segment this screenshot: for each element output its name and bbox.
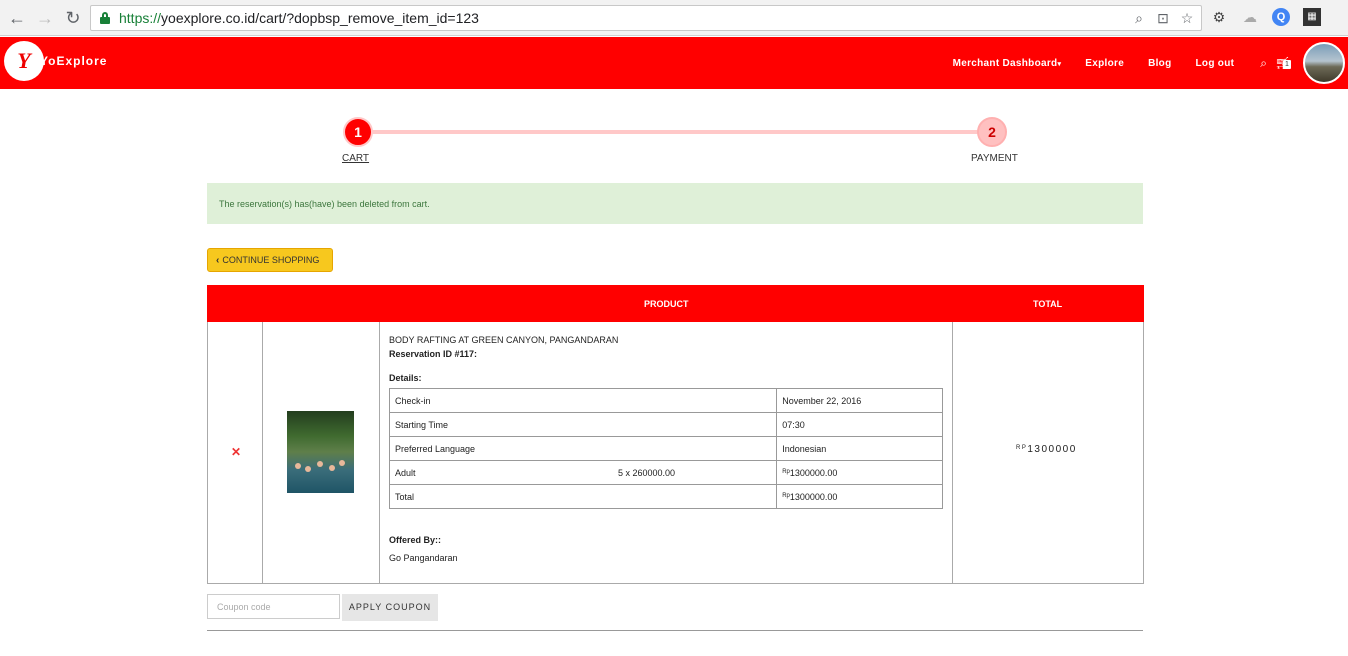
detail-row-language: Preferred Language Indonesian <box>388 436 943 461</box>
nav-explore[interactable]: Explore <box>1085 58 1124 69</box>
detail-quantity: 5 x 260000.00 <box>618 468 676 478</box>
detail-label-cell: Adult 5 x 260000.00 <box>388 460 778 485</box>
zoom-icon[interactable]: ⌕ <box>1131 9 1147 27</box>
header-product: PRODUCT <box>644 299 689 309</box>
details-table: Check-in November 22, 2016 Starting Time… <box>388 388 943 509</box>
apply-coupon-button[interactable]: APPLY COUPON <box>342 594 438 621</box>
step-payment-number: 2 <box>977 117 1007 147</box>
line-total: RP1300000 <box>1016 444 1077 455</box>
chevron-left-icon: ‹ <box>216 255 220 266</box>
success-alert: The reservation(s) has(have) been delete… <box>207 183 1143 224</box>
detail-value-cell: Rp1300000.00 <box>776 460 943 485</box>
detail-row-adult: Adult 5 x 260000.00 Rp1300000.00 <box>388 460 943 485</box>
image-cell <box>263 322 380 583</box>
forward-icon[interactable]: → <box>34 7 56 29</box>
logo-mark-icon: Y <box>4 41 44 81</box>
offered-by-name: Go Pangandaran <box>389 553 458 563</box>
logo-text: YoExplore <box>40 54 108 68</box>
currency-symbol: Rp <box>782 492 790 499</box>
nav-log-out[interactable]: Log out <box>1196 58 1235 69</box>
yoexplore-logo[interactable]: Y YoExplore <box>4 41 124 85</box>
detail-row-checkin: Check-in November 22, 2016 <box>388 388 943 413</box>
extension-q-icon[interactable]: Q <box>1272 8 1290 26</box>
detail-value: Indonesian <box>776 436 943 461</box>
url-text[interactable]: https://yoexplore.co.id/cart/?dopbsp_rem… <box>119 10 479 26</box>
product-title[interactable]: BODY RAFTING AT GREEN CANYON, PANGANDARA… <box>389 335 618 345</box>
translate-icon[interactable]: ⊡ <box>1155 9 1171 27</box>
remove-cell: ✕ <box>208 322 263 583</box>
main-nav: Merchant Dashboard▾ Explore Blog Log out… <box>953 37 1348 89</box>
address-bar[interactable]: https://yoexplore.co.id/cart/?dopbsp_rem… <box>90 5 1202 31</box>
step-cart-number: 1 <box>343 117 373 147</box>
lock-icon <box>100 12 110 24</box>
header-total: TOTAL <box>1033 299 1063 309</box>
cart-table: PRODUCT TOTAL ✕ BODY RAFTING AT GREEN CA… <box>207 285 1144 584</box>
detail-value: 1300000.00 <box>789 491 838 502</box>
detail-row-starting-time: Starting Time 07:30 <box>388 412 943 437</box>
line-total-value: 1300000 <box>1027 444 1077 455</box>
detail-value: November 22, 2016 <box>776 388 943 413</box>
product-thumbnail[interactable] <box>287 411 354 493</box>
continue-shopping-button[interactable]: ‹ CONTINUE SHOPPING <box>207 248 333 272</box>
caret-down-icon: ▾ <box>1057 60 1062 68</box>
detail-label: Total <box>388 484 778 509</box>
search-icon[interactable]: ⌕ <box>1260 56 1267 71</box>
site-header: Y YoExplore Merchant Dashboard▾ Explore … <box>0 37 1348 89</box>
detail-label: Starting Time <box>388 412 778 437</box>
detail-value: 1300000.00 <box>789 467 838 478</box>
detail-label: Check-in <box>388 388 778 413</box>
bookmark-star-icon[interactable]: ☆ <box>1179 9 1195 27</box>
reload-icon[interactable]: ↻ <box>62 7 84 29</box>
coupon-code-input[interactable]: Coupon code <box>207 594 340 619</box>
checkout-steps: 1 2 CART PAYMENT <box>340 117 1020 167</box>
offered-by-label: Offered By:: <box>389 535 442 545</box>
nav-merchant-dashboard[interactable]: Merchant Dashboard▾ <box>953 58 1062 69</box>
detail-label: Preferred Language <box>388 436 778 461</box>
total-cell: RP1300000 <box>953 322 1143 583</box>
step-payment-label: PAYMENT <box>971 153 1018 164</box>
divider <box>207 630 1143 631</box>
browser-toolbar: ← → ↻ https://yoexplore.co.id/cart/?dopb… <box>0 0 1348 36</box>
back-icon[interactable]: ← <box>6 7 28 29</box>
cart-icon[interactable]: 🛒︎1 <box>1275 56 1291 70</box>
detail-label: Adult <box>395 467 416 478</box>
step-cart-label[interactable]: CART <box>342 153 369 164</box>
currency-symbol: Rp <box>782 468 790 475</box>
table-row: ✕ BODY RAFTING AT GREEN CANYON, PANGANDA… <box>207 322 1144 584</box>
film-extension-icon[interactable]: ▦ <box>1303 8 1321 26</box>
reservation-id: Reservation ID #117: <box>389 349 478 359</box>
nav-blog[interactable]: Blog <box>1148 58 1171 69</box>
remove-item-icon[interactable]: ✕ <box>231 445 241 459</box>
product-details-cell: BODY RAFTING AT GREEN CANYON, PANGANDARA… <box>380 322 953 583</box>
cart-table-header: PRODUCT TOTAL <box>207 285 1144 322</box>
cloud-extension-icon[interactable]: ☁ <box>1241 8 1259 26</box>
steps-progress-line <box>358 130 994 134</box>
detail-value: 07:30 <box>776 412 943 437</box>
cart-count-badge: 1 <box>1283 60 1291 69</box>
details-label: Details: <box>389 373 422 383</box>
currency-symbol: RP <box>1016 445 1028 451</box>
settings-gear-icon[interactable]: ⚙ <box>1210 8 1228 26</box>
detail-value-cell: Rp1300000.00 <box>776 484 943 509</box>
detail-row-total: Total Rp1300000.00 <box>388 484 943 509</box>
avatar[interactable] <box>1303 42 1345 84</box>
